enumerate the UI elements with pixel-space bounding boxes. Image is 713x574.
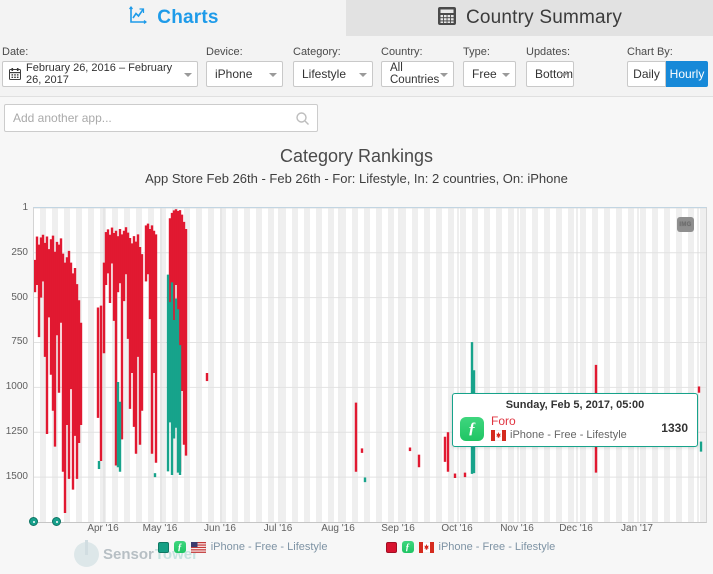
chart-tooltip: Sunday, Feb 5, 2017, 05:00 ƒ Foro iPhone…	[452, 393, 698, 447]
device-value: iPhone	[215, 67, 253, 81]
chart-title: Category Rankings	[279, 146, 434, 166]
type-select[interactable]: Free	[463, 61, 516, 87]
legend-label: iPhone - Free - Lifestyle	[210, 541, 328, 553]
export-image-label: IMG	[679, 221, 692, 228]
hourly-button[interactable]: Hourly	[666, 61, 708, 87]
chevron-down-icon	[359, 73, 367, 77]
canada-flag-icon	[490, 429, 507, 441]
y-axis-tick-label: 1250	[5, 426, 28, 438]
tab-country-summary-label: Country Summary	[465, 7, 623, 28]
country-value: All Countries	[390, 62, 440, 86]
chevron-down-icon	[184, 73, 192, 77]
x-axis-tick-label: Jun '16	[204, 523, 236, 534]
tab-bar: Charts Country Summary	[0, 0, 713, 36]
x-axis-tick-label: Aug '16	[321, 523, 355, 534]
filter-chart-by: Chart By: Daily Hourly	[627, 46, 708, 87]
type-label: Type:	[463, 46, 490, 58]
daily-button[interactable]: Daily	[627, 61, 666, 87]
line-chart-icon	[127, 5, 148, 31]
export-image-button[interactable]: IMG	[677, 217, 694, 232]
y-axis-tick-label: 1	[22, 202, 28, 213]
legend-item[interactable]: ƒ iPhone - Free - Lifestyle	[157, 541, 328, 553]
search-icon	[295, 111, 310, 126]
x-axis-tick-label: Oct '16	[441, 523, 473, 534]
device-label: Device:	[206, 46, 243, 58]
chevron-down-icon	[502, 73, 510, 77]
foro-app-icon: ƒ	[401, 541, 414, 553]
date-label: Date:	[2, 46, 29, 58]
y-axis-tick-label: 1000	[5, 381, 28, 393]
x-axis-tick-label: Jan '17	[621, 523, 653, 534]
chevron-down-icon	[440, 73, 448, 77]
tooltip-app-detail: iPhone - Free - Lifestyle	[510, 429, 627, 441]
chart-panel: Category Rankings App Store Feb 26th - F…	[0, 96, 713, 574]
category-value: Lifestyle	[302, 67, 347, 81]
updates-label: Updates:	[526, 46, 571, 58]
legend-item[interactable]: ƒ iPhone - Free - Lifestyle	[385, 541, 556, 553]
filter-date: Date: February 26, 2016 – February 26, 2…	[2, 46, 198, 87]
category-select[interactable]: Lifestyle	[293, 61, 373, 87]
filter-category: Category: Lifestyle	[293, 46, 373, 87]
chart-legend: ƒ iPhone - Free - Lifestyle ƒ iPhone - Free…	[0, 541, 713, 553]
y-axis-tick-label: 500	[11, 291, 28, 303]
summary-table-icon	[437, 6, 457, 30]
y-axis-tick-label: 750	[11, 336, 28, 348]
series-color-swatch	[157, 541, 169, 553]
date-range-picker[interactable]: February 26, 2016 – February 26, 2017	[2, 61, 198, 87]
search-button[interactable]	[287, 104, 318, 132]
canada-flag-icon	[418, 541, 434, 553]
tooltip-date: Sunday, Feb 5, 2017, 05:00	[505, 399, 645, 411]
plot-area[interactable]: Sensor Tower	[33, 207, 707, 567]
foro-app-icon: ƒ	[173, 541, 186, 553]
filter-device: Device: iPhone	[206, 46, 283, 87]
date-range-value: February 26, 2016 – February 26, 2017	[26, 62, 173, 86]
country-select[interactable]: All Countries	[381, 61, 454, 87]
foro-app-icon: ƒ	[460, 417, 484, 441]
x-axis-tick-label: Jul '16	[263, 523, 293, 534]
ranking-series-svg	[34, 208, 706, 522]
tooltip-app-name: Foro	[491, 414, 516, 428]
device-select[interactable]: iPhone	[206, 61, 283, 87]
category-label: Category:	[293, 46, 341, 58]
filter-updates: Updates: Bottom	[526, 46, 574, 87]
x-axis-tick-label: Nov '16	[500, 523, 534, 534]
filter-type: Type: Free	[463, 46, 516, 87]
filter-country: Country: All Countries	[381, 46, 454, 87]
calendar-icon	[9, 68, 21, 80]
y-axis-tick-label: 250	[11, 246, 28, 258]
y-axis-tick-label: 1500	[5, 471, 28, 483]
x-axis-tick-label: Apr '16	[87, 523, 119, 534]
chevron-down-icon	[560, 73, 568, 77]
series-color-swatch	[385, 541, 397, 553]
type-value: Free	[472, 67, 497, 81]
tooltip-rank-value: 1330	[661, 421, 688, 435]
add-app-search-input[interactable]	[4, 104, 288, 132]
us-flag-icon	[190, 541, 206, 553]
chart-subtitle: App Store Feb 26th - Feb 26th - For: Lif…	[145, 171, 568, 186]
chevron-down-icon	[269, 73, 277, 77]
app-update-marker[interactable]	[29, 517, 38, 526]
country-label: Country:	[381, 46, 423, 58]
tab-charts-label: Charts	[157, 7, 219, 28]
x-axis-tick-label: Sep '16	[381, 523, 415, 534]
app-window: Charts Country Summary Date: February 26…	[0, 0, 713, 574]
app-update-marker[interactable]	[52, 517, 61, 526]
x-axis-tick-label: May '16	[142, 523, 178, 534]
updates-select[interactable]: Bottom	[526, 61, 574, 87]
chart-by-label: Chart By:	[627, 46, 673, 58]
legend-label: iPhone - Free - Lifestyle	[438, 541, 556, 553]
x-axis-tick-label: Dec '16	[559, 523, 593, 534]
tab-country-summary[interactable]: Country Summary	[346, 0, 713, 36]
tab-charts[interactable]: Charts	[0, 0, 346, 36]
